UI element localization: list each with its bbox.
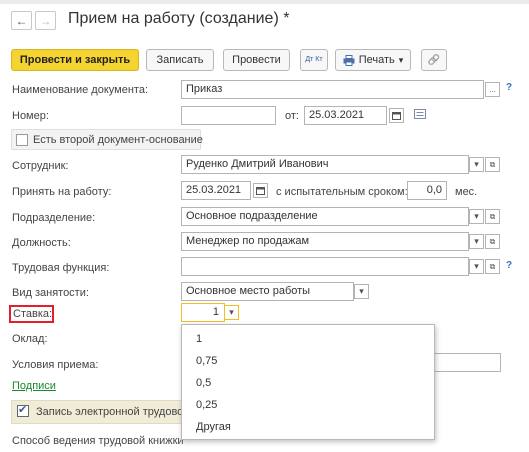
- help-icon[interactable]: ?: [506, 82, 512, 93]
- position-open-button[interactable]: ⧉: [485, 234, 500, 249]
- position-dropdown-button[interactable]: [469, 234, 484, 249]
- rate-option-1[interactable]: 1: [196, 333, 202, 345]
- rate-dropdown-list: 1 0,75 0,5 0,25 Другая: [181, 324, 435, 440]
- post-button[interactable]: Провести: [223, 49, 290, 71]
- forward-button[interactable]: →: [35, 11, 56, 30]
- rate-option-05[interactable]: 0,5: [196, 377, 211, 389]
- doc-name-select-button[interactable]: ...: [485, 82, 500, 97]
- employee-dropdown-button[interactable]: [469, 157, 484, 172]
- arrow-left-icon: ←: [15, 13, 28, 28]
- electronic-book-checkbox[interactable]: [17, 403, 29, 417]
- help-icon[interactable]: ?: [506, 260, 512, 271]
- print-label: Печать: [358, 54, 395, 66]
- rate-label: Ставка:: [13, 308, 53, 320]
- position-label: Должность:: [12, 237, 71, 249]
- probation-input[interactable]: 0,0: [407, 181, 447, 200]
- open-link-icon: ⧉: [489, 236, 496, 246]
- signatures-link[interactable]: Подписи: [12, 380, 56, 392]
- employee-open-button[interactable]: ⧉: [485, 157, 500, 172]
- rate-option-025[interactable]: 0,25: [196, 399, 217, 411]
- department-open-button[interactable]: ⧉: [485, 209, 500, 224]
- probation-unit: мес.: [455, 186, 478, 198]
- conditions-input[interactable]: [430, 353, 501, 372]
- salary-label: Оклад:: [12, 333, 48, 345]
- employment-type-dropdown-button[interactable]: [354, 284, 369, 299]
- book-method-label: Способ ведения трудовой книжки: [12, 435, 184, 447]
- electronic-book-label: Запись электронной трудовой: [36, 406, 190, 418]
- second-doc-label: Есть второй документ-основание: [33, 134, 203, 146]
- post-and-close-button[interactable]: Провести и закрыть: [11, 49, 139, 71]
- employee-label: Сотрудник:: [12, 160, 69, 172]
- employment-type-label: Вид занятости:: [12, 287, 89, 299]
- rate-option-other[interactable]: Другая: [196, 421, 231, 433]
- department-dropdown-button[interactable]: [469, 209, 484, 224]
- date-from-label: от:: [285, 110, 299, 122]
- save-button[interactable]: Записать: [146, 49, 214, 71]
- open-link-icon: ⧉: [489, 211, 496, 221]
- rate-dropdown-button[interactable]: [224, 305, 239, 320]
- paperclip-icon: 🔗: [427, 54, 441, 66]
- page-title: Прием на работу (создание) *: [68, 10, 290, 27]
- date-input[interactable]: 25.03.2021: [304, 106, 387, 125]
- chevron-down-icon: ▾: [398, 54, 404, 65]
- hired-calendar-button[interactable]: [253, 183, 268, 198]
- printer-icon: [343, 54, 355, 66]
- calendar-icon: [392, 111, 401, 120]
- calendar-icon: [256, 186, 265, 195]
- conditions-label: Условия приема:: [12, 359, 99, 371]
- calendar-button[interactable]: [389, 108, 404, 123]
- open-link-icon: ⧉: [489, 159, 496, 169]
- dt-kt-button[interactable]: Дт Кт: [300, 49, 328, 71]
- print-button[interactable]: Печать ▾: [335, 49, 411, 71]
- ellipsis-icon: ...: [489, 85, 496, 94]
- labor-function-dropdown-button[interactable]: [469, 259, 484, 274]
- list-icon[interactable]: [414, 109, 426, 119]
- rate-option-075[interactable]: 0,75: [196, 355, 217, 367]
- number-label: Номер:: [12, 110, 49, 122]
- labor-function-input[interactable]: [181, 257, 469, 276]
- position-input[interactable]: Менеджер по продажам: [181, 232, 469, 251]
- open-link-icon: ⧉: [489, 261, 496, 271]
- labor-function-label: Трудовая функция:: [12, 262, 110, 274]
- arrow-right-icon: →: [39, 13, 52, 28]
- department-input[interactable]: Основное подразделение: [181, 207, 469, 226]
- number-input[interactable]: [181, 106, 276, 125]
- probation-label: с испытательным сроком:: [276, 186, 408, 198]
- doc-name-input[interactable]: Приказ: [181, 80, 484, 99]
- hired-date-input[interactable]: 25.03.2021: [181, 181, 251, 200]
- hired-label: Принять на работу:: [12, 186, 112, 198]
- labor-function-open-button[interactable]: ⧉: [485, 259, 500, 274]
- second-doc-checkbox[interactable]: [16, 134, 28, 146]
- department-label: Подразделение:: [12, 212, 96, 224]
- attach-button[interactable]: 🔗: [421, 49, 447, 71]
- doc-name-label: Наименование документа:: [12, 84, 149, 96]
- dt-kt-icon: Дт Кт: [305, 56, 323, 63]
- top-strip: [0, 0, 529, 4]
- employment-type-input[interactable]: Основное место работы: [181, 282, 354, 301]
- back-button[interactable]: ←: [11, 11, 32, 30]
- rate-input[interactable]: 1: [181, 303, 225, 322]
- employee-input[interactable]: Руденко Дмитрий Иванович: [181, 155, 469, 174]
